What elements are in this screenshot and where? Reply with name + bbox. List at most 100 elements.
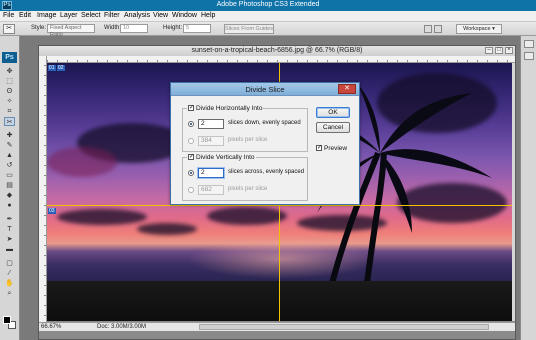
dialog-titlebar: Divide Slice ✕ bbox=[171, 83, 359, 96]
height-label: Height: bbox=[163, 25, 183, 31]
vertical-scrollbar[interactable] bbox=[512, 63, 515, 321]
menu-filter[interactable]: Filter bbox=[104, 12, 120, 19]
divide-vertically-label: Divide Vertically Into bbox=[196, 154, 255, 161]
menu-layer[interactable]: Layer bbox=[60, 12, 78, 19]
stamp-icon[interactable]: ▲ bbox=[4, 151, 15, 160]
cloud bbox=[137, 223, 197, 235]
slices-across-radio[interactable] bbox=[188, 170, 194, 176]
document-title: sunset-on-a-tropical-beach-6856.jpg @ 66… bbox=[191, 47, 363, 54]
zoom-level[interactable]: 66.67% bbox=[41, 324, 61, 330]
preview-option[interactable]: ✓ Preview bbox=[316, 145, 347, 152]
divide-horizontally-label: Divide Horizontally Into bbox=[196, 105, 263, 112]
divide-vertically-checkbox[interactable]: ✓ bbox=[188, 154, 194, 161]
slice-number-badge: 01 bbox=[48, 65, 56, 71]
pixels-per-slice-h-radio[interactable] bbox=[188, 138, 194, 144]
menu-file[interactable]: File bbox=[3, 12, 14, 19]
type-icon[interactable]: T bbox=[4, 225, 15, 234]
width-field[interactable]: 10 bbox=[120, 24, 148, 33]
close-icon[interactable]: × bbox=[505, 47, 513, 54]
menu-help[interactable]: Help bbox=[201, 12, 215, 19]
pixels-per-slice-v-field[interactable]: 682 bbox=[198, 185, 224, 195]
ok-button[interactable]: OK bbox=[316, 107, 350, 118]
menu-select[interactable]: Select bbox=[81, 12, 100, 19]
document-info[interactable]: Doc: 3.00M/3.00M bbox=[97, 324, 146, 330]
crop-icon[interactable]: ⌗ bbox=[4, 107, 15, 116]
notes-icon[interactable]: ▢ bbox=[4, 259, 15, 268]
horizontal-ruler[interactable] bbox=[47, 56, 515, 63]
slice-number-badge: 02 bbox=[57, 65, 65, 71]
healing-icon[interactable]: ✚ bbox=[4, 131, 15, 140]
foreground-color-swatch[interactable] bbox=[3, 316, 11, 324]
dialog-close-button[interactable]: ✕ bbox=[338, 84, 356, 94]
height-field[interactable]: 5 bbox=[183, 24, 211, 33]
toolbox-ps-badge: Ps bbox=[2, 52, 17, 63]
dialog-title: Divide Slice bbox=[245, 85, 285, 94]
slices-down-radio[interactable] bbox=[188, 121, 194, 127]
horizontal-scrollbar[interactable] bbox=[199, 324, 489, 330]
menu-image[interactable]: Image bbox=[37, 12, 56, 19]
slices-down-label: slices down, evenly spaced bbox=[228, 120, 301, 126]
brush-icon[interactable]: ✎ bbox=[4, 141, 15, 150]
menu-analysis[interactable]: Analysis bbox=[124, 12, 150, 19]
cancel-button[interactable]: Cancel bbox=[316, 122, 350, 133]
workspace-button[interactable]: Workspace ▾ bbox=[456, 24, 502, 34]
gradient-icon[interactable]: ▤ bbox=[4, 181, 15, 190]
collapse-panel-icon[interactable] bbox=[524, 40, 534, 48]
zoom-icon[interactable]: ⌕ bbox=[4, 289, 15, 298]
marquee-icon[interactable]: ⬚ bbox=[4, 77, 15, 86]
move-icon[interactable]: ✥ bbox=[4, 67, 15, 76]
slices-across-label: slices across, evenly spaced bbox=[228, 169, 305, 175]
minimize-icon[interactable]: – bbox=[485, 47, 493, 54]
document-titlebar: sunset-on-a-tropical-beach-6856.jpg @ 66… bbox=[39, 46, 515, 56]
vertical-ruler[interactable] bbox=[39, 56, 47, 322]
preview-checkbox[interactable]: ✓ bbox=[316, 145, 322, 152]
slices-down-field[interactable]: 2 bbox=[198, 119, 224, 129]
palette-well-icon[interactable] bbox=[424, 25, 432, 33]
magic-wand-icon[interactable]: ✧ bbox=[4, 97, 15, 106]
pixels-per-slice-h-field[interactable]: 384 bbox=[198, 136, 224, 146]
options-bar: ✂ Style: Fixed Aspect Ratio Width: 10 He… bbox=[0, 22, 536, 38]
maximize-icon[interactable]: □ bbox=[495, 47, 503, 54]
pixels-per-slice-v-label: pixels per slice bbox=[228, 186, 268, 192]
app-titlebar: Ps Adobe Photoshop CS3 Extended bbox=[0, 0, 536, 11]
cloud bbox=[57, 209, 147, 225]
preview-label: Preview bbox=[324, 145, 348, 152]
path-select-icon[interactable]: ➤ bbox=[4, 235, 15, 244]
eraser-icon[interactable]: ▭ bbox=[4, 171, 15, 180]
slices-from-guides-button[interactable]: Slices From Guides bbox=[224, 24, 274, 34]
blur-icon[interactable]: ◆ bbox=[4, 191, 15, 200]
status-bar: 66.67% Doc: 3.00M/3.00M bbox=[39, 322, 515, 331]
menu-edit[interactable]: Edit bbox=[19, 12, 31, 19]
menu-bar: File Edit Image Layer Select Filter Anal… bbox=[0, 11, 536, 22]
brushes-panel-icon[interactable] bbox=[434, 25, 442, 33]
menu-view[interactable]: View bbox=[153, 12, 168, 19]
slice-tool-preset-icon[interactable]: ✂ bbox=[3, 24, 15, 34]
slice-number-badge: 03 bbox=[48, 208, 56, 214]
divide-slice-dialog: Divide Slice ✕ ✓ Divide Horizontally Into… bbox=[170, 82, 360, 205]
hand-icon[interactable]: ✋ bbox=[4, 279, 15, 288]
cloud bbox=[47, 147, 117, 177]
pixels-per-slice-v-radio[interactable] bbox=[188, 187, 194, 193]
right-panel-dock bbox=[520, 36, 536, 340]
divide-vertically-group: ✓ Divide Vertically Into 2 slices across,… bbox=[182, 154, 308, 201]
app-title: Adobe Photoshop CS3 Extended bbox=[216, 1, 320, 8]
width-label: Width: bbox=[104, 25, 122, 31]
divide-horizontally-header[interactable]: ✓ Divide Horizontally Into bbox=[187, 105, 264, 112]
shape-icon[interactable]: ▬ bbox=[4, 245, 15, 254]
panel-icon[interactable] bbox=[524, 52, 534, 60]
style-select[interactable]: Fixed Aspect Ratio bbox=[47, 24, 95, 38]
divide-vertically-header[interactable]: ✓ Divide Vertically Into bbox=[187, 154, 256, 161]
style-label: Style: bbox=[31, 25, 47, 31]
divide-horizontally-checkbox[interactable]: ✓ bbox=[188, 105, 194, 112]
history-brush-icon[interactable]: ↺ bbox=[4, 161, 15, 170]
menu-window[interactable]: Window bbox=[172, 12, 197, 19]
lasso-icon[interactable]: ʘ bbox=[4, 87, 15, 96]
divide-horizontally-group: ✓ Divide Horizontally Into 2 slices down,… bbox=[182, 105, 308, 152]
eyedropper-icon[interactable]: ⁄ bbox=[4, 269, 15, 278]
pixels-per-slice-h-label: pixels per slice bbox=[228, 137, 268, 143]
slice-icon[interactable]: ✂ bbox=[4, 117, 15, 126]
slices-across-field[interactable]: 2 bbox=[198, 168, 224, 178]
dodge-icon[interactable]: ● bbox=[4, 201, 15, 210]
toolbox: Ps ✥ ⬚ ʘ ✧ ⌗ ✂ ✚ ✎ ▲ ↺ ▭ ▤ ◆ ● ✒ T ➤ ▬ ▢… bbox=[0, 36, 20, 340]
pen-icon[interactable]: ✒ bbox=[4, 215, 15, 224]
